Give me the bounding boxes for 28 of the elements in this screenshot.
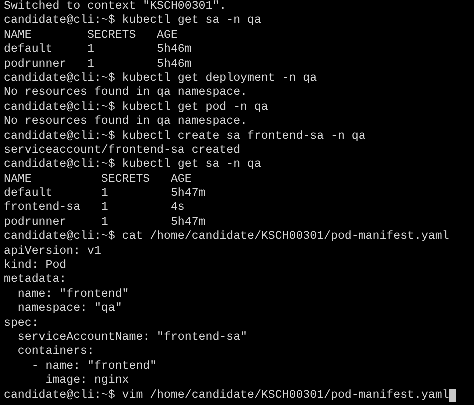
terminal-line: candidate@cli:~$ kubectl get sa -n qa [4,158,262,173]
terminal-line: default 1 5h47m [4,187,206,202]
terminal-line: namespace: "qa" [16,302,122,317]
terminal-line: Switched to context "KSCH00301". [4,0,227,14]
terminal-line: serviceaccount/frontend-sa created [4,144,241,158]
terminal-line: candidate@cli:~$ kubectl get pod -n qa [4,100,268,116]
terminal-line: candidate@cli:~$ cat /home/candidate/KSCH00301/pod-manifest.yaml [4,230,450,245]
terminal-line: frontend-sa 1 4s [4,201,185,216]
terminal-line: apiVersion: v1 [4,244,102,260]
terminal-line: NAME SECRETS AGE [4,172,192,188]
terminal-line: - name: "frontend" [30,360,158,374]
terminal-line: candidate@cli:~$ kubectl create sa frontend-sa -n qa [4,130,366,144]
terminal-line: default 1 5h46m [4,43,192,58]
terminal-line: podrunner 1 5h46m [4,58,192,72]
terminal-line: metadata: [4,273,67,288]
terminal-line: containers: [16,345,94,360]
terminal-line: candidate@cli:~$ vim /home/candidate/KSCH00301/pod-manifest.yaml [4,388,450,403]
terminal-line: podrunner 1 5h47m [4,216,206,230]
terminal-line: No resources found in qa namespace. [4,86,248,101]
terminal-line: spec: [4,316,39,331]
terminal-line: NAME SECRETS AGE [4,28,178,44]
terminal-line: serviceAccountName: "frontend-sa" [16,330,248,346]
terminal-line: kind: Pod [4,259,67,274]
terminal-line: No resources found in qa namespace. [4,115,248,130]
terminal-line: name: "frontend" [16,288,130,302]
terminal-line: candidate@cli:~$ kubectl get deployment -n qa [4,72,318,86]
terminal-line: candidate@cli:~$ kubectl get sa -n qa [4,14,262,29]
terminal-line: image: nginx [44,374,130,389]
